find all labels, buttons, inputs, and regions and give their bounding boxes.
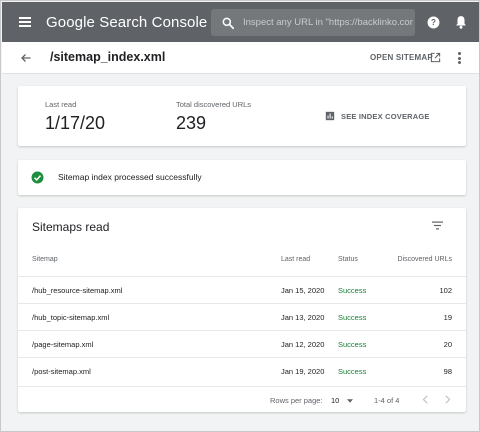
last-read-label: Last read <box>45 100 77 109</box>
app-title: Google Search Console <box>46 13 208 31</box>
table-pagination: Rows per page: 10 1-4 of 4 <box>18 386 466 412</box>
total-urls-label: Total discovered URLs <box>176 100 252 109</box>
discovered-urls-cell: 20 <box>443 340 452 349</box>
column-header-sitemap[interactable]: Sitemap <box>32 256 58 263</box>
see-index-coverage-button[interactable]: SEE INDEX COVERAGE <box>325 111 430 121</box>
check-circle-icon <box>31 171 44 184</box>
last-read-cell: Jan 13, 2020 <box>281 313 325 322</box>
status-cell: Success <box>338 367 367 376</box>
sitemap-cell: /post-sitemap.xml <box>32 367 91 376</box>
svg-text:?: ? <box>431 18 436 27</box>
last-read-cell: Jan 19, 2020 <box>281 367 325 376</box>
rows-per-page-select[interactable]: 10 <box>331 396 339 405</box>
rows-per-page-label: Rows per page: <box>270 396 323 405</box>
see-index-coverage-label: SEE INDEX COVERAGE <box>341 111 430 121</box>
filter-icon[interactable] <box>432 221 443 230</box>
table-row[interactable]: /post-sitemap.xml Jan 19, 2020 Success 9… <box>18 357 466 383</box>
open-in-new-icon[interactable] <box>430 52 441 63</box>
status-card: Sitemap index processed successfully <box>18 160 466 195</box>
search-input[interactable] <box>243 17 413 28</box>
sitemap-cell: /page-sitemap.xml <box>32 340 94 349</box>
last-read-value: 1/17/20 <box>45 113 106 133</box>
table-title: Sitemaps read <box>32 220 110 234</box>
app-frame: Google Search Console ? /sitemap_index.x… <box>0 0 480 432</box>
help-icon[interactable]: ? <box>427 16 440 29</box>
column-header-status[interactable]: Status <box>338 256 358 263</box>
table-row[interactable]: /hub_topic-sitemap.xml Jan 13, 2020 Succ… <box>18 303 466 329</box>
search-icon <box>222 17 235 29</box>
sitemap-cell: /hub_topic-sitemap.xml <box>32 313 110 322</box>
back-arrow-icon[interactable] <box>20 52 32 64</box>
sitemaps-read-card: Sitemaps read Sitemap Last read Status D… <box>18 208 466 412</box>
status-cell: Success <box>338 286 367 295</box>
bell-icon[interactable] <box>455 15 467 29</box>
page-header: /sitemap_index.xml OPEN SITEMAP <box>2 42 479 74</box>
chevron-right-icon[interactable] <box>445 395 451 404</box>
discovered-urls-cell: 102 <box>439 286 452 295</box>
table-row[interactable]: /page-sitemap.xml Jan 12, 2020 Success 2… <box>18 330 466 356</box>
last-read-cell: Jan 12, 2020 <box>281 340 325 349</box>
table-row[interactable]: /hub_resource-sitemap.xml Jan 15, 2020 S… <box>18 276 466 302</box>
open-sitemap-button[interactable]: OPEN SITEMAP <box>370 53 433 62</box>
discovered-urls-cell: 98 <box>443 367 452 376</box>
chevron-left-icon[interactable] <box>422 395 428 404</box>
url-inspect-search[interactable] <box>211 9 415 36</box>
status-message: Sitemap index processed successfully <box>58 172 202 182</box>
pagination-range: 1-4 of 4 <box>374 396 400 405</box>
status-cell: Success <box>338 313 367 322</box>
total-urls-value: 239 <box>176 113 207 133</box>
sitemap-cell: /hub_resource-sitemap.xml <box>32 286 123 295</box>
more-vert-icon[interactable] <box>458 52 461 64</box>
column-header-discovered-urls[interactable]: Discovered URLs <box>368 256 452 263</box>
discovered-urls-cell: 19 <box>443 313 452 322</box>
column-header-last-read[interactable]: Last read <box>281 256 310 263</box>
last-read-cell: Jan 15, 2020 <box>281 286 325 295</box>
page-title: /sitemap_index.xml <box>50 50 166 64</box>
bar-chart-icon <box>325 111 335 121</box>
chevron-down-icon[interactable] <box>347 399 353 403</box>
sitemap-stats-card: Last read 1/17/20 Total discovered URLs … <box>18 86 466 146</box>
status-cell: Success <box>338 340 367 349</box>
top-app-bar: Google Search Console ? <box>2 2 479 42</box>
menu-icon[interactable] <box>19 17 31 27</box>
